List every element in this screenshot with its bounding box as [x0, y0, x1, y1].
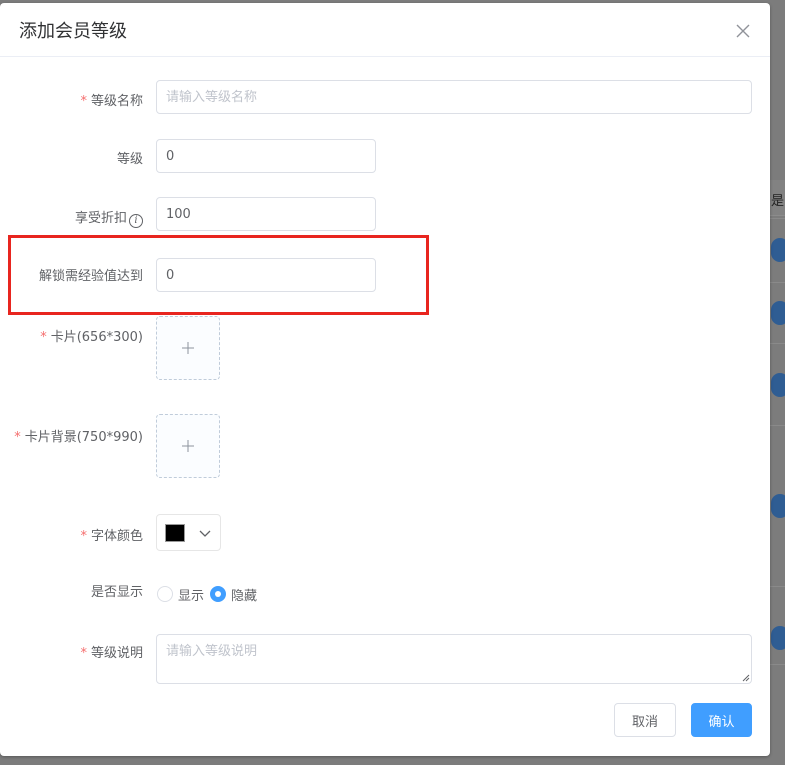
chevron-down-icon	[199, 530, 211, 537]
card-image-uploader[interactable]	[156, 316, 220, 380]
description-label: * 等级说明	[80, 646, 143, 661]
bg-row-divider	[768, 586, 785, 587]
required-mark: *	[40, 330, 47, 345]
card-bg-uploader[interactable]	[156, 414, 220, 478]
bg-status-pill	[771, 626, 785, 650]
dialog-header: 添加会员等级	[0, 3, 770, 57]
required-mark: *	[14, 430, 21, 445]
add-member-level-dialog: 添加会员等级 *等级名称 等级 享受折扣i 解锁需经验值达到 *卡片(656*3…	[0, 3, 770, 756]
cancel-button[interactable]: 取消	[614, 703, 676, 737]
radio-show-label: 显示	[178, 588, 205, 604]
highlight-annotation	[8, 235, 429, 315]
card-bg-label: * 卡片背景(750*990)	[14, 430, 143, 445]
radio-hide-label: 隐藏	[231, 588, 258, 604]
discount-input[interactable]	[156, 197, 376, 231]
dialog-title: 添加会员等级	[19, 21, 127, 42]
level-name-input[interactable]	[156, 80, 752, 114]
bg-status-pill	[771, 494, 785, 518]
resize-handle-icon[interactable]	[740, 672, 750, 682]
required-mark: *	[80, 646, 87, 661]
bg-row-divider	[768, 282, 785, 283]
level-label: 等级	[116, 152, 143, 167]
font-color-picker[interactable]	[156, 514, 221, 551]
info-icon[interactable]: i	[129, 214, 143, 228]
radio-hide[interactable]: 隐藏	[210, 585, 257, 604]
bg-row-divider	[768, 343, 785, 344]
level-name-label: * 等级名称	[80, 94, 143, 109]
bg-status-pill	[771, 238, 785, 262]
discount-label: 享受折扣 i	[75, 207, 143, 228]
radio-show-dot[interactable]	[157, 586, 173, 602]
bg-status-pill	[771, 373, 785, 397]
visible-radio-group: 显示 隐藏	[157, 584, 263, 604]
bg-column-header: 是	[771, 194, 785, 209]
bg-status-pill	[771, 301, 785, 325]
plus-icon	[182, 440, 194, 452]
description-textarea[interactable]	[156, 634, 752, 684]
visible-label: 是否显示	[90, 585, 143, 600]
bg-row-divider	[768, 664, 785, 665]
radio-show[interactable]: 显示	[157, 585, 204, 604]
card-label: * 卡片(656*300)	[40, 330, 143, 345]
required-mark: *	[80, 529, 87, 544]
color-swatch	[165, 524, 185, 542]
close-button[interactable]	[734, 22, 752, 40]
bg-row-divider	[768, 425, 785, 426]
font-color-label: * 字体颜色	[80, 529, 143, 544]
confirm-button[interactable]: 确认	[691, 703, 752, 737]
plus-icon	[182, 342, 194, 354]
close-icon	[736, 24, 750, 38]
level-input[interactable]	[156, 139, 376, 173]
bg-row-divider	[768, 218, 785, 219]
radio-hide-dot[interactable]	[210, 586, 227, 602]
required-mark: *	[80, 94, 87, 109]
